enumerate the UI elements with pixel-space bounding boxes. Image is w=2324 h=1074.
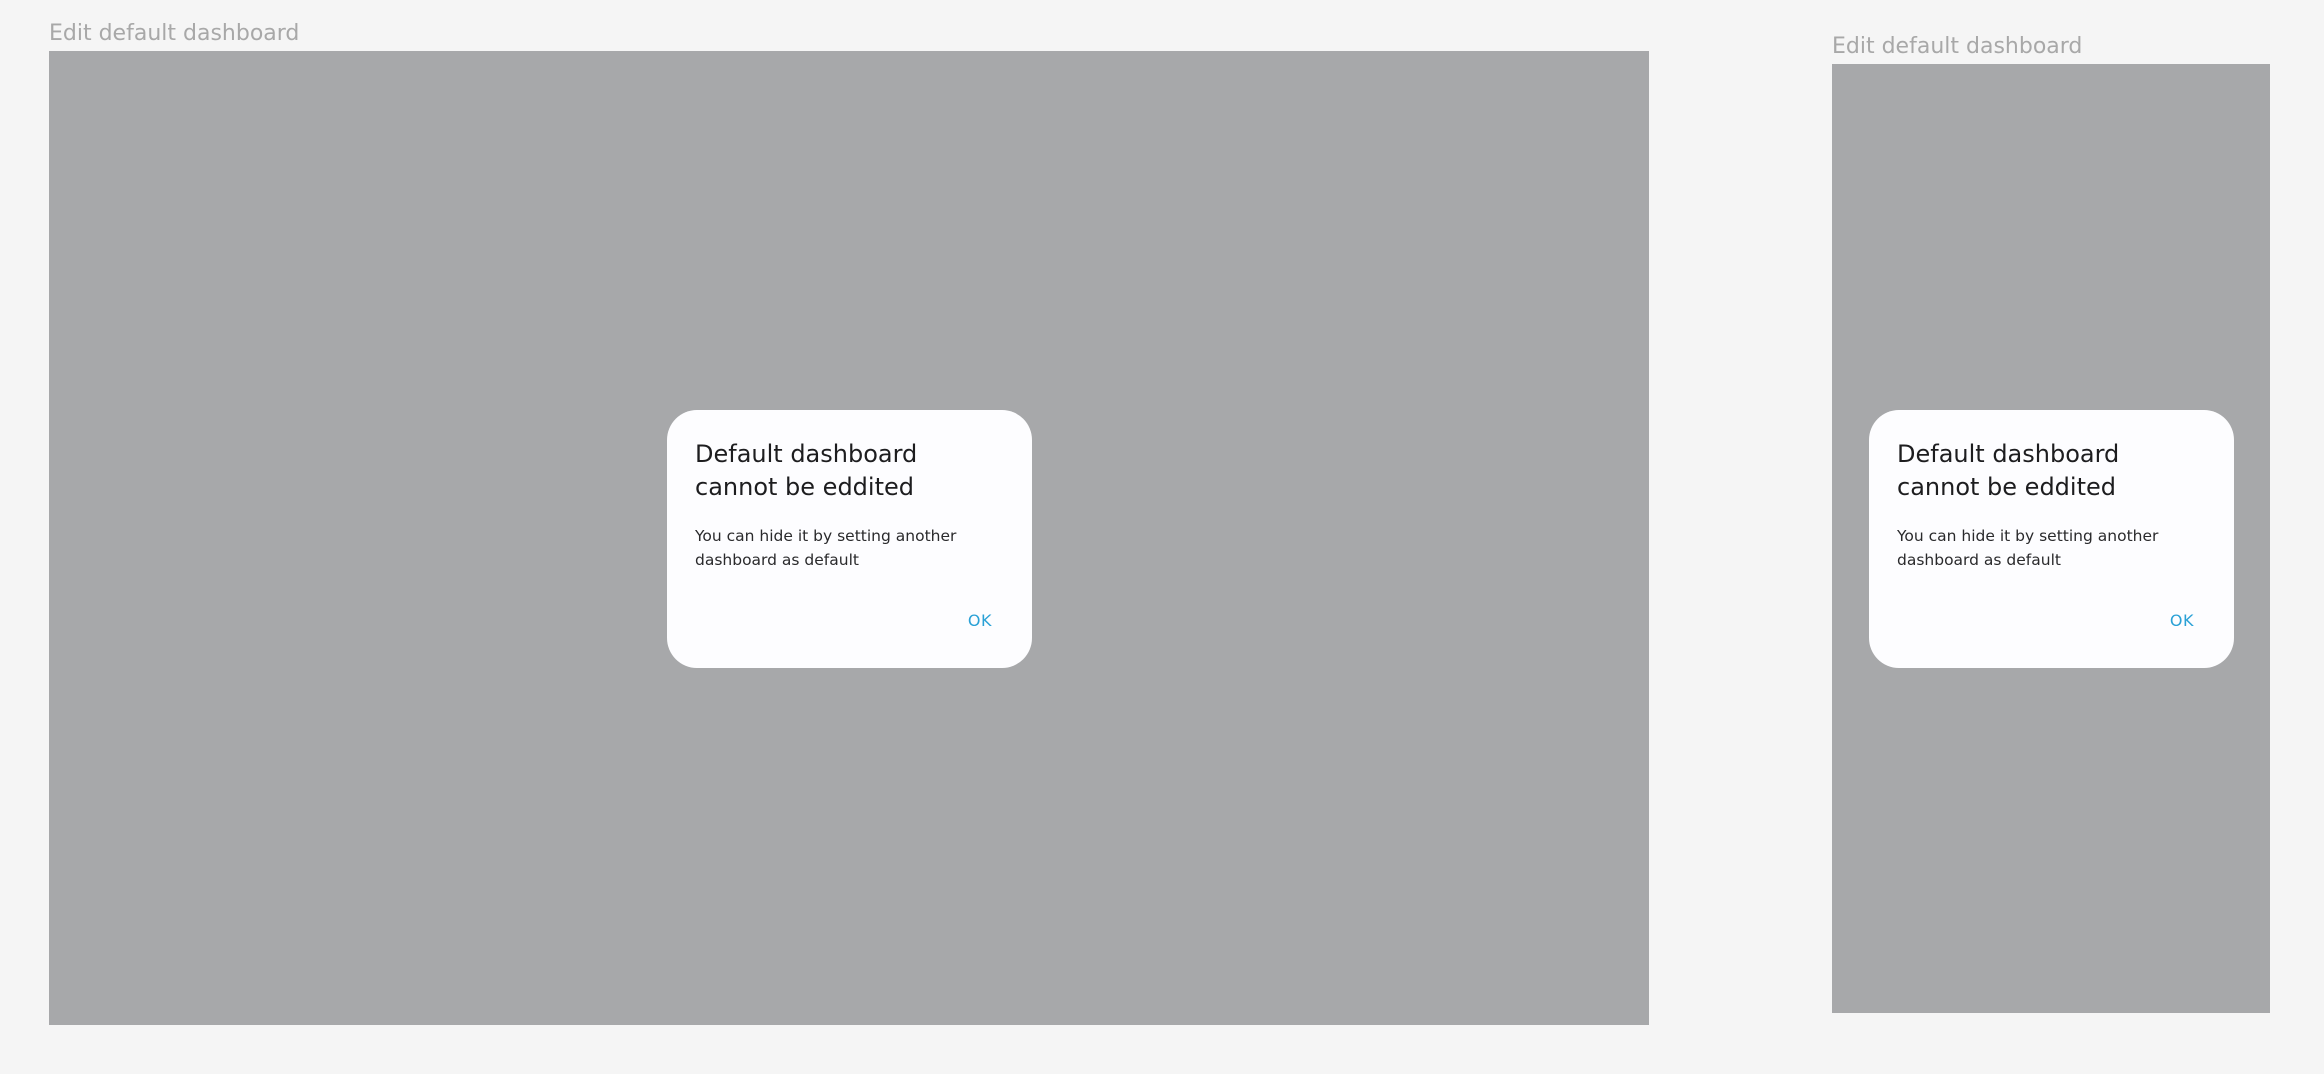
dialog-title: Default dashboard cannot be eddited: [1897, 440, 2120, 501]
dialog-message: You can hide it by setting another dashb…: [695, 527, 957, 569]
portrait-frame-scrim: Default dashboard cannot be eddited You …: [1832, 64, 2270, 1013]
dialog-message: You can hide it by setting another dashb…: [1897, 527, 2159, 569]
landscape-frame-scrim: Default dashboard cannot be eddited You …: [49, 51, 1649, 1025]
frame-label-landscape: Edit default dashboard: [49, 21, 300, 46]
ok-button[interactable]: OK: [2170, 611, 2194, 630]
dialog-title: Default dashboard cannot be eddited: [695, 440, 918, 501]
ok-button[interactable]: OK: [968, 611, 992, 630]
alert-dialog-landscape: Default dashboard cannot be eddited You …: [667, 410, 1032, 668]
alert-dialog-portrait: Default dashboard cannot be eddited You …: [1869, 410, 2234, 668]
frame-label-portrait: Edit default dashboard: [1832, 34, 2083, 59]
